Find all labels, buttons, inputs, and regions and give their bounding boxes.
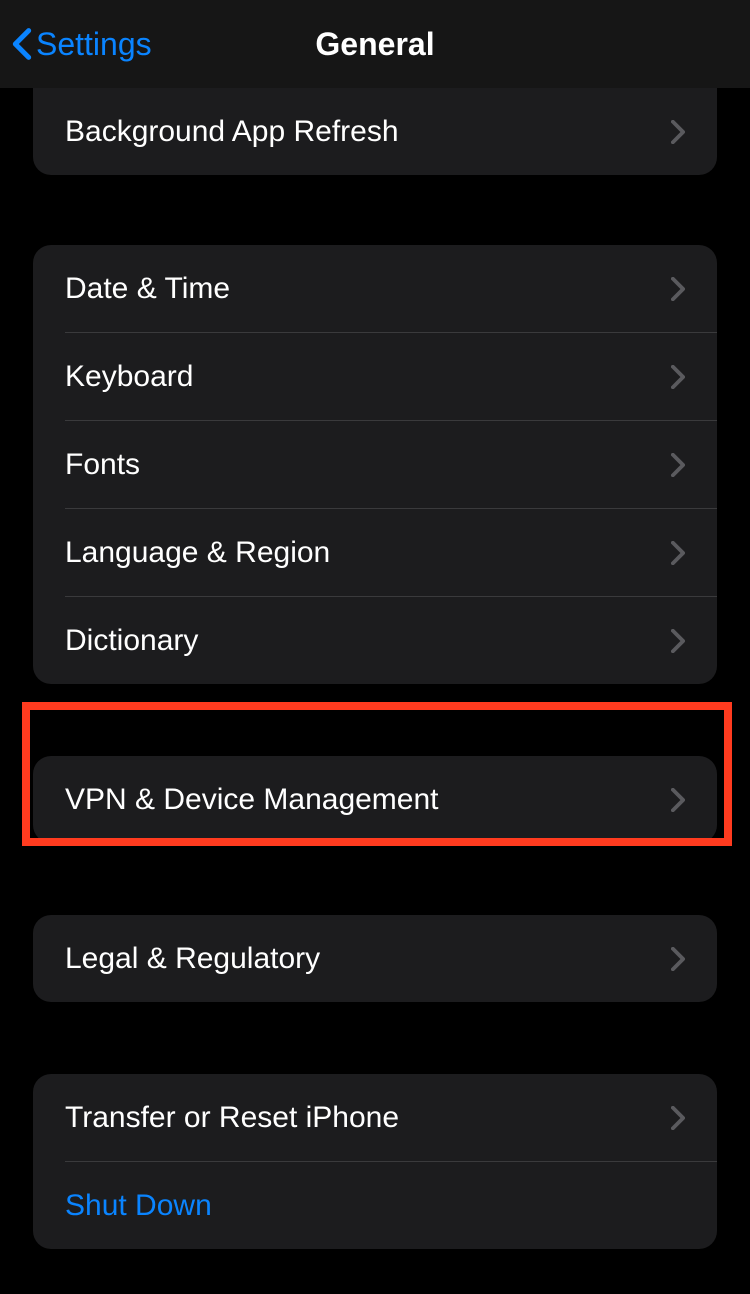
row-keyboard[interactable]: Keyboard <box>33 333 717 420</box>
row-label: Keyboard <box>65 360 193 394</box>
row-label: Dictionary <box>65 624 198 658</box>
row-label: Background App Refresh <box>65 115 399 149</box>
row-label: Legal & Regulatory <box>65 942 320 976</box>
row-label: Transfer or Reset iPhone <box>65 1101 399 1135</box>
group-vpn: VPN & Device Management <box>33 756 717 843</box>
chevron-right-icon <box>671 1106 685 1130</box>
row-date-time[interactable]: Date & Time <box>33 245 717 332</box>
section-gap <box>0 684 750 756</box>
row-label: Language & Region <box>65 536 330 570</box>
section-gap <box>0 843 750 915</box>
chevron-right-icon <box>671 788 685 812</box>
back-label: Settings <box>36 26 152 63</box>
row-label: Fonts <box>65 448 140 482</box>
row-label: Shut Down <box>65 1189 212 1223</box>
navigation-bar: Settings General <box>0 0 750 88</box>
row-dictionary[interactable]: Dictionary <box>33 597 717 684</box>
chevron-right-icon <box>671 541 685 565</box>
page-title: General <box>315 26 434 63</box>
section-gap <box>0 1002 750 1074</box>
row-shut-down[interactable]: Shut Down <box>33 1162 717 1249</box>
chevron-left-icon <box>12 27 32 61</box>
row-transfer-reset[interactable]: Transfer or Reset iPhone <box>33 1074 717 1161</box>
chevron-right-icon <box>671 120 685 144</box>
row-label: Date & Time <box>65 272 230 306</box>
row-background-app-refresh[interactable]: Background App Refresh <box>33 88 717 175</box>
group-legal: Legal & Regulatory <box>33 915 717 1002</box>
row-fonts[interactable]: Fonts <box>33 421 717 508</box>
group-reset: Transfer or Reset iPhone Shut Down <box>33 1074 717 1249</box>
chevron-right-icon <box>671 453 685 477</box>
row-vpn-device-management[interactable]: VPN & Device Management <box>33 756 717 843</box>
chevron-right-icon <box>671 629 685 653</box>
chevron-right-icon <box>671 947 685 971</box>
content-area: Background App Refresh Date & Time Keybo… <box>0 88 750 1249</box>
row-label: VPN & Device Management <box>65 783 439 817</box>
group-partial: Background App Refresh <box>33 88 717 175</box>
row-legal-regulatory[interactable]: Legal & Regulatory <box>33 915 717 1002</box>
group-system: Date & Time Keyboard Fonts Language & Re… <box>33 245 717 684</box>
section-gap <box>0 175 750 245</box>
chevron-right-icon <box>671 277 685 301</box>
chevron-right-icon <box>671 365 685 389</box>
row-language-region[interactable]: Language & Region <box>33 509 717 596</box>
back-button[interactable]: Settings <box>12 26 152 63</box>
